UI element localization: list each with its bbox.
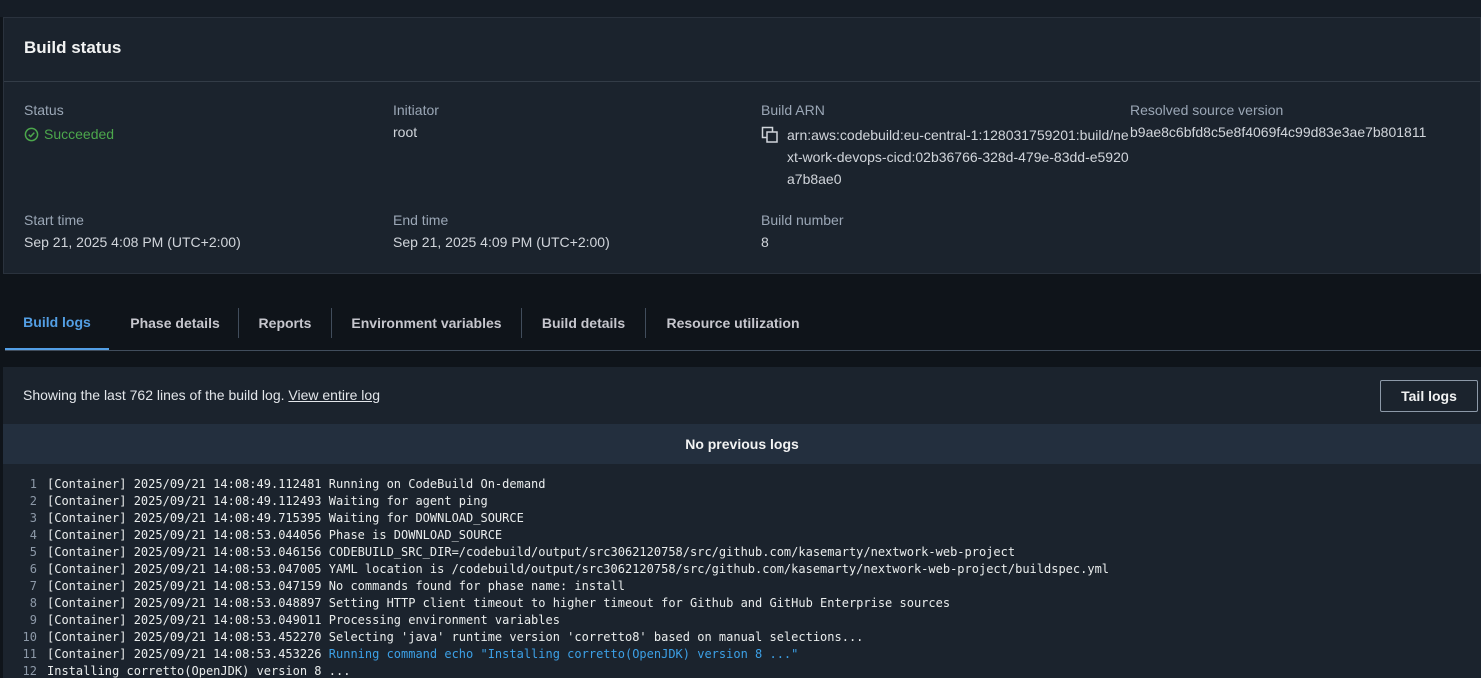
log-line-number: 6 [29,562,37,576]
log-line-number: 10 [22,630,37,644]
log-line-text: Setting HTTP client timeout to higher ti… [328,596,951,610]
tab-environment-variables[interactable]: Environment variables [332,296,521,350]
copy-icon[interactable] [761,126,779,144]
tab-bar: Build logs Phase details Reports Environ… [5,296,1481,351]
log-line-prefix: [Container] 2025/09/21 14:08:53.046156 [47,545,329,559]
tab-phase-details[interactable]: Phase details [109,296,241,350]
log-line-prefix: [Container] 2025/09/21 14:08:53.452270 [47,630,329,644]
source-version-field: Resolved source version b9ae8c6bfd8c5e8f… [1130,101,1480,143]
log-line-number: 7 [29,579,37,593]
log-line-prefix: [Container] 2025/09/21 14:08:53.453226 [47,647,329,661]
log-line-number: 12 [22,664,37,678]
log-line-prefix: [Container] 2025/09/21 14:08:49.112493 [47,494,329,508]
log-line: 4 [Container] 2025/09/21 14:08:53.044056 … [3,527,1481,544]
log-line-text: Running on CodeBuild On-demand [328,477,546,491]
log-line-prefix: [Container] 2025/09/21 14:08:53.048897 [47,596,329,610]
log-line-number: 5 [29,545,37,559]
build-number-value: 8 [761,234,769,250]
log-line-number: 1 [29,477,37,491]
initiator-field: Initiator root [393,101,743,143]
end-time-label: End time [393,212,449,228]
log-line-prefix: [Container] 2025/09/21 14:08:49.715395 [47,511,329,525]
logs-info: Showing the last 762 lines of the build … [23,387,380,403]
start-time-field: Start time Sep 21, 2025 4:08 PM (UTC+2:0… [24,211,374,253]
log-line-text: YAML location is /codebuild/output/src30… [328,562,1110,576]
source-version-value: b9ae8c6bfd8c5e8f4069f4c99d83e3ae7b801811 [1130,124,1427,140]
build-number-label: Build number [761,212,844,228]
log-line-number: 9 [29,613,37,627]
no-previous-logs-banner: No previous logs [3,424,1481,464]
check-circle-icon [24,127,39,141]
tab-build-logs[interactable]: Build logs [5,296,109,350]
log-line: 5 [Container] 2025/09/21 14:08:53.046156 … [3,544,1481,561]
status-badge: Succeeded [24,125,374,143]
log-line-text: Installing corretto(OpenJDK) version 8 .… [47,664,351,678]
log-line-text: Phase is DOWNLOAD_SOURCE [328,528,503,542]
log-line: 1 [Container] 2025/09/21 14:08:49.112481 … [3,476,1481,493]
log-line-text: No commands found for phase name: instal… [328,579,625,593]
initiator-value: root [393,124,418,140]
top-strip [0,0,1481,17]
build-arn-label: Build ARN [761,102,825,118]
log-line: 3 [Container] 2025/09/21 14:08:49.715395 … [3,510,1481,527]
start-time-value: Sep 21, 2025 4:08 PM (UTC+2:00) [24,234,241,250]
log-line: 2 [Container] 2025/09/21 14:08:49.112493 … [3,493,1481,510]
tab-baseline [5,350,1481,351]
log-line-number: 8 [29,596,37,610]
end-time-field: End time Sep 21, 2025 4:09 PM (UTC+2:00) [393,211,743,253]
build-number-field: Build number 8 [761,211,1111,253]
build-status-title: Build status [24,38,122,57]
log-line-prefix: [Container] 2025/09/21 14:08:53.047159 [47,579,329,593]
divider [4,81,1480,82]
logs-info-text: Showing the last 762 lines of the build … [23,387,289,403]
source-version-label: Resolved source version [1130,102,1284,118]
log-line-text: Running command echo "Installing corrett… [328,647,799,661]
log-line-text: Processing environment variables [328,613,560,627]
log-viewer[interactable]: 1 [Container] 2025/09/21 14:08:49.112481 … [3,464,1481,678]
build-arn-field: Build ARN arn:aws:codebuild:eu-central-1… [761,101,1131,190]
log-line: 8 [Container] 2025/09/21 14:08:53.048897 … [3,595,1481,612]
log-line: 10 [Container] 2025/09/21 14:08:53.452270… [3,629,1481,646]
build-status-panel: Build status Status Succeeded Initiator … [3,17,1481,274]
log-line: 6 [Container] 2025/09/21 14:08:53.047005 … [3,561,1481,578]
view-entire-log-link[interactable]: View entire log [288,387,380,403]
status-label: Status [24,102,64,118]
log-line-prefix: [Container] 2025/09/21 14:08:49.112481 [47,477,329,491]
tab-build-details[interactable]: Build details [522,296,645,350]
log-line: 7 [Container] 2025/09/21 14:08:53.047159 … [3,578,1481,595]
build-arn-value: arn:aws:codebuild:eu-central-1:128031759… [787,127,1129,187]
status-field: Status Succeeded [24,101,374,143]
log-line-text: Selecting 'java' runtime version 'corret… [328,630,864,644]
log-line-text: Waiting for DOWNLOAD_SOURCE [328,511,524,525]
log-line-prefix: [Container] 2025/09/21 14:08:53.044056 [47,528,329,542]
log-line-number: 11 [22,647,37,661]
log-line-text: Waiting for agent ping [328,494,488,508]
log-line: 9 [Container] 2025/09/21 14:08:53.049011 … [3,612,1481,629]
log-line: 12 Installing corretto(OpenJDK) version 8… [3,663,1481,678]
log-line-number: 4 [29,528,37,542]
tab-reports[interactable]: Reports [239,296,331,350]
tail-logs-button[interactable]: Tail logs [1380,380,1478,412]
tab-resource-utilization[interactable]: Resource utilization [646,296,820,350]
log-line-text: CODEBUILD_SRC_DIR=/codebuild/output/src3… [328,545,1016,559]
start-time-label: Start time [24,212,84,228]
initiator-label: Initiator [393,102,439,118]
build-logs-panel: Showing the last 762 lines of the build … [3,367,1481,678]
log-line-number: 2 [29,494,37,508]
log-line-number: 3 [29,511,37,525]
log-line-prefix: [Container] 2025/09/21 14:08:53.049011 [47,613,329,627]
status-value: Succeeded [44,126,115,142]
log-line-prefix: [Container] 2025/09/21 14:08:53.047005 [47,562,329,576]
log-line: 11 [Container] 2025/09/21 14:08:53.453226… [3,646,1481,663]
end-time-value: Sep 21, 2025 4:09 PM (UTC+2:00) [393,234,610,250]
